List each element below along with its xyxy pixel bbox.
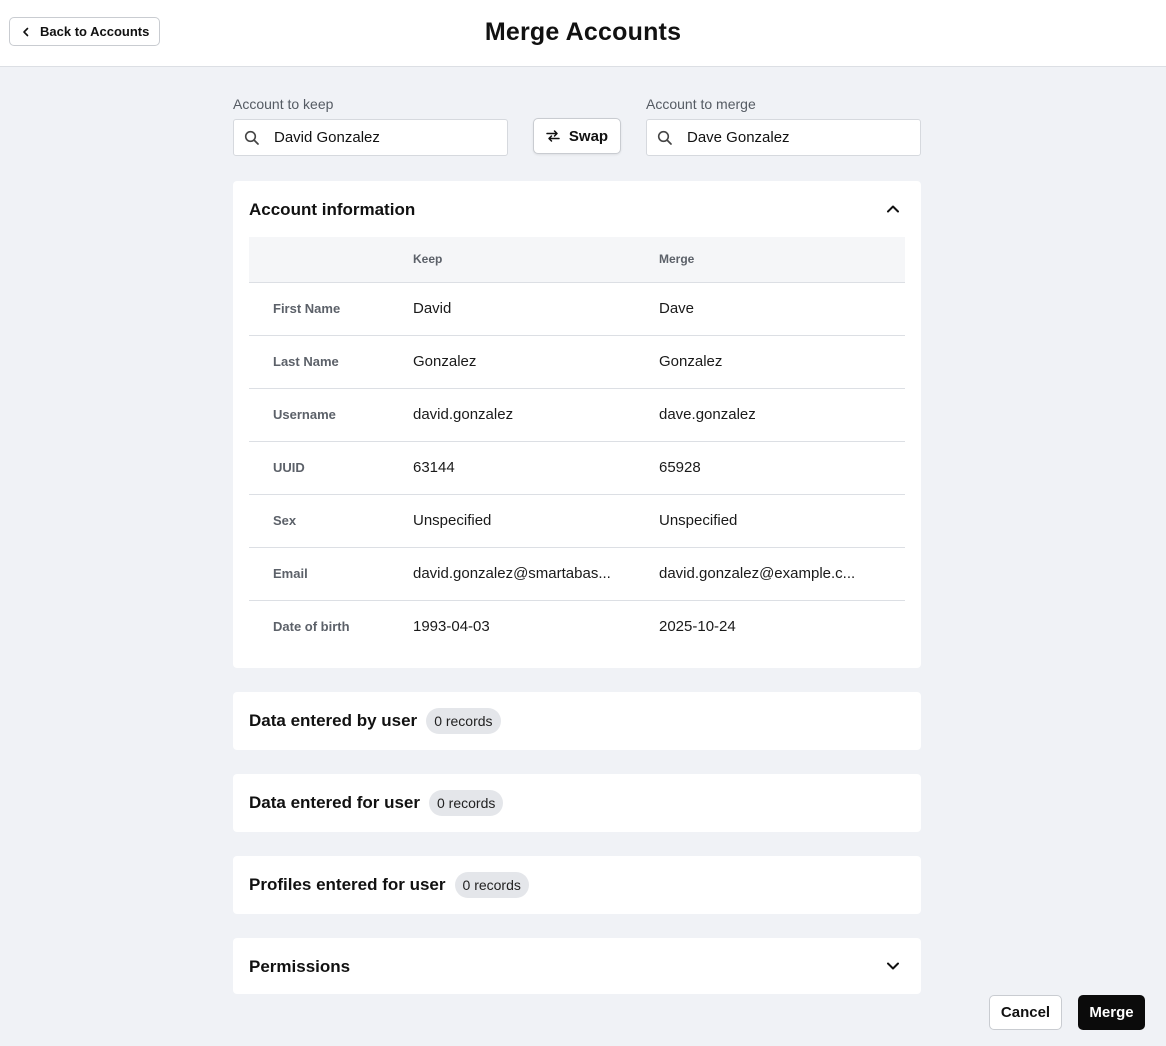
account-to-merge-input[interactable] — [687, 129, 887, 146]
merge-value: david.gonzalez@example.c... — [659, 547, 905, 601]
merge-value: 65928 — [659, 441, 905, 495]
account-to-keep-input[interactable] — [274, 129, 474, 146]
profiles-entered-for-user-section[interactable]: Profiles entered for user 0 records — [233, 856, 921, 914]
search-icon — [657, 130, 672, 145]
account-information-card: Account information Keep Merge First Nam… — [233, 181, 921, 668]
account-information-title: Account information — [249, 200, 416, 219]
keep-value: 1993-04-03 — [413, 618, 490, 636]
permissions-section[interactable]: Permissions — [233, 938, 921, 994]
keep-value: David — [413, 282, 659, 336]
table-row: Last Name Gonzalez Gonzalez — [249, 335, 905, 389]
records-count-badge: 0 records — [426, 708, 501, 734]
swap-button-label: Swap — [568, 127, 609, 145]
account-information-table: Keep Merge First Name David Dave Last Na… — [249, 237, 905, 653]
field-name: First Name — [249, 282, 413, 336]
section-title: Profiles entered for user — [249, 875, 446, 894]
field-name: Email — [249, 547, 413, 601]
cancel-button[interactable]: Cancel — [989, 995, 1062, 1030]
data-entered-by-user-section[interactable]: Data entered by user 0 records — [233, 692, 921, 750]
table-header-row: Keep Merge — [249, 237, 905, 283]
keep-value: Gonzalez — [413, 335, 659, 389]
table-row: UUID 63144 65928 — [249, 441, 905, 495]
account-to-merge-label: Account to merge — [646, 96, 756, 112]
permissions-title: Permissions — [249, 957, 351, 976]
section-title: Data entered by user — [249, 711, 418, 730]
keep-value: david.gonzalez@smartabas... — [413, 547, 659, 601]
table-row: Sex Unspecified Unspecified — [249, 494, 905, 548]
keep-value: 63144 — [413, 441, 659, 495]
merge-value: Dave — [659, 282, 905, 336]
top-bar: Back to Accounts Merge Accounts — [0, 0, 1166, 67]
keep-value: david.gonzalez — [413, 388, 659, 442]
account-to-keep-search[interactable] — [233, 119, 508, 156]
swap-arrows-icon — [546, 130, 560, 142]
merge-button[interactable]: Merge — [1078, 995, 1145, 1030]
column-header-keep: Keep — [413, 237, 659, 283]
swap-button[interactable]: Swap — [533, 118, 621, 154]
records-count-badge: 0 records — [454, 872, 529, 898]
records-count-badge: 0 records — [429, 790, 504, 816]
field-name: Last Name — [249, 335, 413, 389]
section-title: Data entered for user — [249, 793, 420, 812]
field-name: Date of birth — [273, 619, 350, 635]
field-name: Username — [249, 388, 413, 442]
account-to-keep-label: Account to keep — [233, 96, 334, 112]
merge-value: dave.gonzalez — [659, 388, 905, 442]
page-title: Merge Accounts — [484, 18, 682, 46]
data-entered-for-user-section[interactable]: Data entered for user 0 records — [233, 774, 921, 832]
field-name: UUID — [249, 441, 413, 495]
column-header-field — [249, 237, 413, 283]
keep-value: Unspecified — [413, 494, 659, 548]
table-row: Date of birth 1993-04-03 2025-10-24 — [249, 600, 905, 653]
merge-value: Unspecified — [659, 494, 905, 548]
chevron-down-icon[interactable] — [885, 958, 901, 974]
table-row: Email david.gonzalez@smartabas... david.… — [249, 547, 905, 601]
account-to-merge-search[interactable] — [646, 119, 921, 156]
table-row: Username david.gonzalez dave.gonzalez — [249, 388, 905, 442]
table-row: First Name David Dave — [249, 282, 905, 336]
merge-value: Gonzalez — [659, 335, 905, 389]
merge-value: 2025-10-24 — [659, 618, 736, 636]
column-header-merge: Merge — [659, 237, 905, 283]
field-name: Sex — [249, 494, 413, 548]
search-icon — [244, 130, 259, 145]
chevron-up-icon[interactable] — [885, 201, 901, 217]
